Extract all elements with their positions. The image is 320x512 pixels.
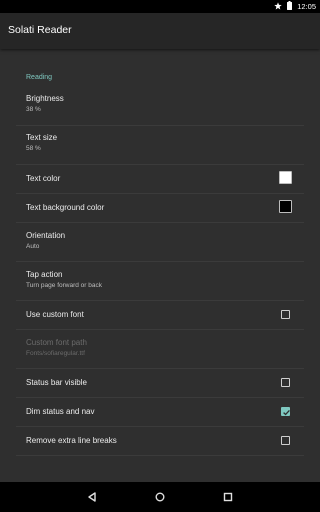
pref-title: Text background color [26,203,105,212]
remove-extra-line-breaks-checkbox[interactable] [281,436,290,445]
clock: 12:05 [297,2,316,11]
section-header-reading: Reading [26,74,53,81]
pref-summary: 38 % [26,106,41,113]
pref-use-custom-font[interactable]: Use custom font [16,301,304,329]
status-icons: 12:05 [274,0,316,13]
pref-title: Text color [26,174,61,183]
settings-list[interactable]: Reading Brightness 38 % Text size 58 % T… [0,49,320,482]
pref-text-color[interactable]: Text color [16,165,304,193]
pref-tap-action[interactable]: Tap action Turn page forward or back [16,262,304,300]
dim-status-nav-checkbox[interactable] [281,407,290,416]
pref-title: Use custom font [26,310,84,319]
pref-orientation[interactable]: Orientation Auto [16,223,304,261]
text-background-color-swatch[interactable] [279,200,292,213]
star-icon [274,1,282,12]
pref-title: Text size [26,133,58,142]
pref-summary: Auto [26,243,40,250]
pref-title: Remove extra line breaks [26,436,117,445]
pref-custom-font-path: Custom font path Fonts/sofiaregular.ttf [16,330,304,368]
pref-title: Status bar visible [26,378,87,387]
app-title: Solati Reader [8,24,72,36]
pref-title: Dim status and nav [26,407,95,416]
pref-summary: Fonts/sofiaregular.ttf [26,350,85,357]
pref-text-background-color[interactable]: Text background color [16,194,304,222]
pref-text-size[interactable]: Text size 58 % [16,126,304,164]
app-bar: Solati Reader [0,13,320,49]
pref-title: Tap action [26,270,63,279]
text-color-swatch[interactable] [279,171,292,184]
pref-status-bar-visible[interactable]: Status bar visible [16,369,304,397]
home-icon[interactable] [153,490,167,504]
back-icon[interactable] [85,490,99,504]
use-custom-font-checkbox[interactable] [281,310,290,319]
divider [16,455,304,456]
pref-remove-extra-line-breaks[interactable]: Remove extra line breaks [16,427,304,455]
navigation-bar [0,482,320,512]
recents-icon[interactable] [221,490,235,504]
pref-title: Orientation [26,231,66,240]
battery-icon [287,1,293,12]
status-bar-visible-checkbox[interactable] [281,378,290,387]
check-icon [282,409,290,415]
status-bar: 12:05 [0,0,320,13]
pref-dim-status-nav[interactable]: Dim status and nav [16,398,304,426]
pref-brightness[interactable]: Brightness 38 % [16,87,304,125]
pref-summary: 58 % [26,145,41,152]
pref-summary: Turn page forward or back [26,282,102,289]
pref-title: Brightness [26,94,64,103]
pref-title: Custom font path [26,338,87,347]
